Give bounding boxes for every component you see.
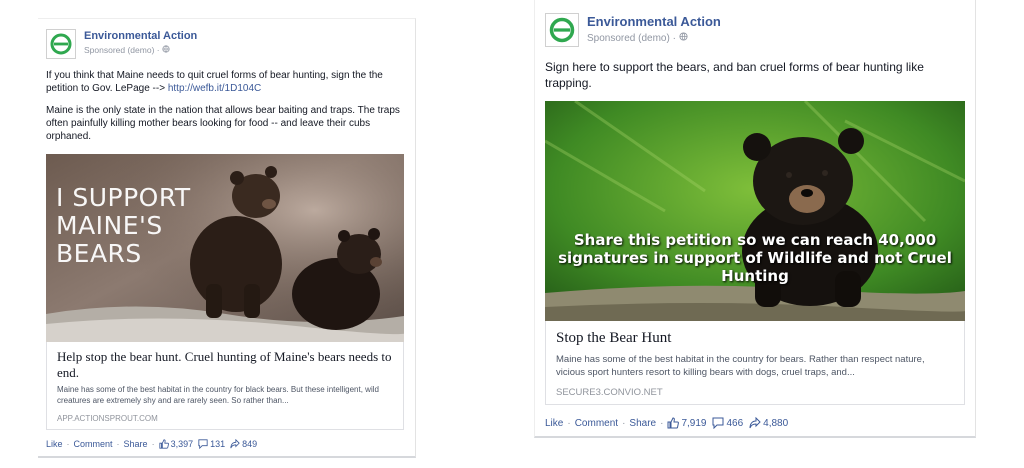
post-message: Sign here to support the bears, and ban … (545, 60, 924, 90)
likes-value: 7,919 (681, 417, 707, 429)
comments-count[interactable]: 131 (198, 439, 225, 449)
comments-count[interactable]: 466 (712, 417, 743, 429)
link-description: Maine has some of the best habitat in th… (57, 385, 379, 405)
share-link[interactable]: Share (124, 439, 148, 449)
link-title[interactable]: Help stop the bear hunt. Cruel hunting o… (57, 349, 397, 381)
likes-count[interactable]: 3,397 (158, 439, 194, 449)
globe-icon (679, 32, 688, 44)
overlay-line-2: signatures in support of Wildlife and no… (558, 249, 952, 267)
shares-value: 4,880 (763, 417, 789, 429)
bear-cub-image (545, 101, 965, 321)
page-name-link[interactable]: Environmental Action (587, 14, 721, 29)
shares-count[interactable]: 4,880 (749, 417, 788, 429)
post-image[interactable]: Share this petition so we can reach 40,0… (545, 101, 965, 321)
link-preview[interactable]: Stop the Bear Hunt Maine has some of the… (545, 321, 965, 405)
share-icon (749, 417, 761, 429)
ea-logo-icon (50, 33, 72, 55)
separator-dot: · (567, 417, 571, 429)
overlay-line-1: I SUPPORT (56, 183, 191, 212)
link-title[interactable]: Stop the Bear Hunt (556, 330, 671, 347)
image-overlay-text: I SUPPORT MAINE'S BEARS (56, 184, 191, 268)
comment-link[interactable]: Comment (575, 418, 618, 429)
comments-value: 466 (726, 417, 744, 429)
post-text-line2: Maine is the only state in the nation th… (46, 105, 400, 142)
post-header: Environmental Action Sponsored (demo) · (46, 29, 197, 59)
page-avatar[interactable] (46, 29, 76, 59)
likes-value: 3,397 (170, 439, 194, 449)
separator-dot: · (116, 439, 120, 449)
overlay-line-3: BEARS (56, 239, 142, 268)
ad-post-left: Environmental Action Sponsored (demo) · … (38, 18, 416, 458)
separator-dot: · (660, 417, 664, 429)
comment-icon (712, 417, 724, 429)
like-link[interactable]: Like (46, 439, 63, 449)
comment-link[interactable]: Comment (74, 439, 113, 449)
overlay-line-2: MAINE'S (56, 211, 163, 240)
separator-dot: · (622, 417, 626, 429)
link-description: Maine has some of the best habitat in th… (556, 354, 925, 378)
sponsored-label: Sponsored (demo) · (587, 33, 676, 44)
separator-dot: · (151, 439, 155, 449)
page-avatar[interactable] (545, 13, 579, 47)
globe-icon (162, 45, 170, 55)
separator-dot: · (66, 439, 70, 449)
action-bar: Like · Comment · Share · 3,397 131 849 (46, 439, 257, 449)
post-header: Environmental Action Sponsored (demo) · (545, 13, 721, 47)
ea-logo-icon (549, 17, 575, 43)
post-image[interactable]: I SUPPORT MAINE'S BEARS (46, 154, 404, 342)
shares-count[interactable]: 849 (230, 439, 257, 449)
ad-post-right: Environmental Action Sponsored (demo) · … (534, 0, 976, 438)
overlay-line-1: Share this petition so we can reach 40,0… (573, 231, 937, 249)
link-domain: SECURE3.CONVIO.NET (556, 387, 663, 398)
sponsored-label: Sponsored (demo) · (84, 45, 160, 55)
post-link[interactable]: http://wefb.it/1D104C (168, 83, 261, 94)
share-link[interactable]: Share (629, 418, 656, 429)
likes-count[interactable]: 7,919 (667, 417, 706, 429)
shares-value: 849 (242, 439, 258, 449)
comment-icon (198, 439, 208, 449)
page-name-link[interactable]: Environmental Action (84, 30, 197, 42)
comments-value: 131 (210, 439, 226, 449)
thumbs-up-icon (667, 417, 680, 429)
overlay-line-3: Hunting (721, 267, 789, 285)
action-bar: Like · Comment · Share · 7,919 466 4,880 (545, 417, 788, 429)
share-icon (230, 439, 240, 449)
like-link[interactable]: Like (545, 418, 563, 429)
image-overlay-text: Share this petition so we can reach 40,0… (545, 231, 965, 285)
link-domain: APP.ACTIONSPROUT.COM (57, 414, 158, 423)
post-message: If you think that Maine needs to quit cr… (46, 69, 410, 95)
thumbs-up-icon (158, 439, 169, 449)
link-preview[interactable]: Help stop the bear hunt. Cruel hunting o… (46, 342, 404, 430)
